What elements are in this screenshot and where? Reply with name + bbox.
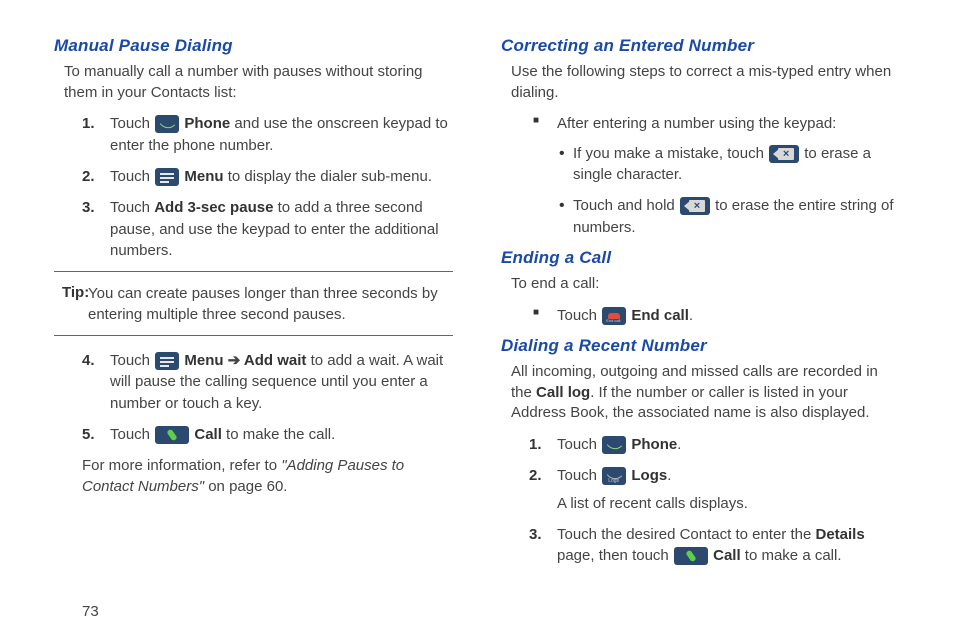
bold-menu: Menu	[184, 352, 223, 369]
heading-ending-call: Ending a Call	[501, 248, 900, 268]
bold-phone: Phone	[631, 436, 677, 453]
left-column: Manual Pause Dialing To manually call a …	[54, 36, 453, 618]
bold-phone: Phone	[184, 115, 230, 132]
step-pre: Touch	[557, 436, 601, 453]
bullet-end-call: Touch End call.	[529, 305, 900, 326]
step-number: 2.	[82, 166, 95, 187]
bold-call: Call	[194, 426, 222, 443]
call-icon	[155, 426, 189, 444]
step-pre: Touch	[557, 467, 601, 484]
bold-pause: Add 3-sec pause	[154, 199, 273, 216]
sub-bullet-hold: Touch and hold to erase the entire strin…	[559, 195, 900, 238]
page-number: 73	[82, 603, 99, 620]
step-number: 2.	[529, 465, 542, 486]
bullet-text: After entering a number using the keypad…	[557, 115, 836, 132]
logs-icon	[602, 467, 626, 485]
steps-list-1: 1. Touch Phone and use the onscreen keyp…	[82, 113, 453, 261]
sub-bullet-list: If you make a mistake, touch to erase a …	[559, 143, 900, 238]
step-text-pre: Touch	[110, 426, 154, 443]
closing-pre: For more information, refer to	[82, 457, 281, 474]
heading-manual-pause: Manual Pause Dialing	[54, 36, 453, 56]
step-5: 5. Touch Call to make the call.	[82, 424, 453, 445]
bullet-list-ending: Touch End call.	[529, 305, 900, 326]
step-text-pre: Touch	[110, 168, 154, 185]
recent-note: A list of recent calls displays.	[529, 493, 900, 514]
steps-list-recent: 1. Touch Phone. 2. Touch Logs.	[529, 434, 900, 487]
step-2: 2. Touch Menu to display the dialer sub-…	[82, 166, 453, 187]
step-number: 1.	[82, 113, 95, 134]
intro-correcting: Use the following steps to correct a mis…	[511, 62, 900, 103]
intro-dialing-recent: All incoming, outgoing and missed calls …	[511, 362, 900, 424]
bullet-pre: Touch	[557, 307, 601, 324]
step-post: .	[667, 467, 671, 484]
recent-step-1: 1. Touch Phone.	[529, 434, 900, 455]
sub-pre: Touch and hold	[573, 197, 679, 214]
step-number: 1.	[529, 434, 542, 455]
bullet-list-correcting: After entering a number using the keypad…	[529, 113, 900, 237]
bold-menu: Menu	[184, 168, 223, 185]
right-column: Correcting an Entered Number Use the fol…	[501, 36, 900, 618]
step-number: 3.	[529, 524, 542, 545]
bold-logs: Logs	[631, 467, 667, 484]
phone-icon	[155, 115, 179, 133]
bullet-after-entering: After entering a number using the keypad…	[529, 113, 900, 237]
step-4: 4. Touch Menu ➔ Add wait to add a wait. …	[82, 350, 453, 414]
step-text-pre: Touch	[110, 115, 154, 132]
closing-reference: For more information, refer to "Adding P…	[82, 455, 453, 497]
intro-text: To manually call a number with pauses wi…	[64, 62, 453, 103]
arrow-icon: ➔	[224, 352, 244, 369]
bullet-post: .	[689, 307, 693, 324]
delete-icon	[769, 145, 799, 163]
steps-list-recent-3: 3. Touch the desired Contact to enter th…	[529, 524, 900, 567]
closing-post: on page 60.	[204, 478, 287, 495]
tip-text: You can create pauses longer than three …	[62, 283, 453, 325]
step-text-pre: Touch	[110, 352, 154, 369]
recent-step-3: 3. Touch the desired Contact to enter th…	[529, 524, 900, 567]
bold-call-log: Call log	[536, 384, 590, 401]
tip-label: Tip:	[62, 284, 89, 301]
heading-correcting: Correcting an Entered Number	[501, 36, 900, 56]
end-call-icon	[602, 307, 626, 325]
delete-icon	[680, 197, 710, 215]
step-post: .	[677, 436, 681, 453]
sub-bullet-mistake: If you make a mistake, touch to erase a …	[559, 143, 900, 186]
heading-dialing-recent: Dialing a Recent Number	[501, 336, 900, 356]
menu-icon	[155, 352, 179, 370]
sub-pre: If you make a mistake, touch	[573, 145, 768, 162]
steps-list-2: 4. Touch Menu ➔ Add wait to add a wait. …	[82, 350, 453, 445]
step-number: 5.	[82, 424, 95, 445]
bold-add-wait: Add wait	[244, 352, 307, 369]
step-pre: Touch the desired Contact to enter the	[557, 526, 816, 543]
step-post: to make a call.	[741, 547, 842, 564]
menu-icon	[155, 168, 179, 186]
bold-call: Call	[713, 547, 741, 564]
intro-ending: To end a call:	[511, 274, 900, 295]
step-number: 4.	[82, 350, 95, 371]
step-text-pre: Touch	[110, 199, 154, 216]
step-1: 1. Touch Phone and use the onscreen keyp…	[82, 113, 453, 156]
step-text-post: to make the call.	[222, 426, 335, 443]
phone-icon	[602, 436, 626, 454]
recent-step-2: 2. Touch Logs.	[529, 465, 900, 486]
step-mid: page, then touch	[557, 547, 673, 564]
tip-box: Tip: You can create pauses longer than t…	[54, 271, 453, 336]
step-3: 3. Touch Add 3-sec pause to add a three …	[82, 197, 453, 261]
step-text-post: to display the dialer sub-menu.	[224, 168, 432, 185]
step-number: 3.	[82, 197, 95, 218]
call-icon	[674, 547, 708, 565]
bold-end-call: End call	[631, 307, 689, 324]
bold-details: Details	[816, 526, 865, 543]
